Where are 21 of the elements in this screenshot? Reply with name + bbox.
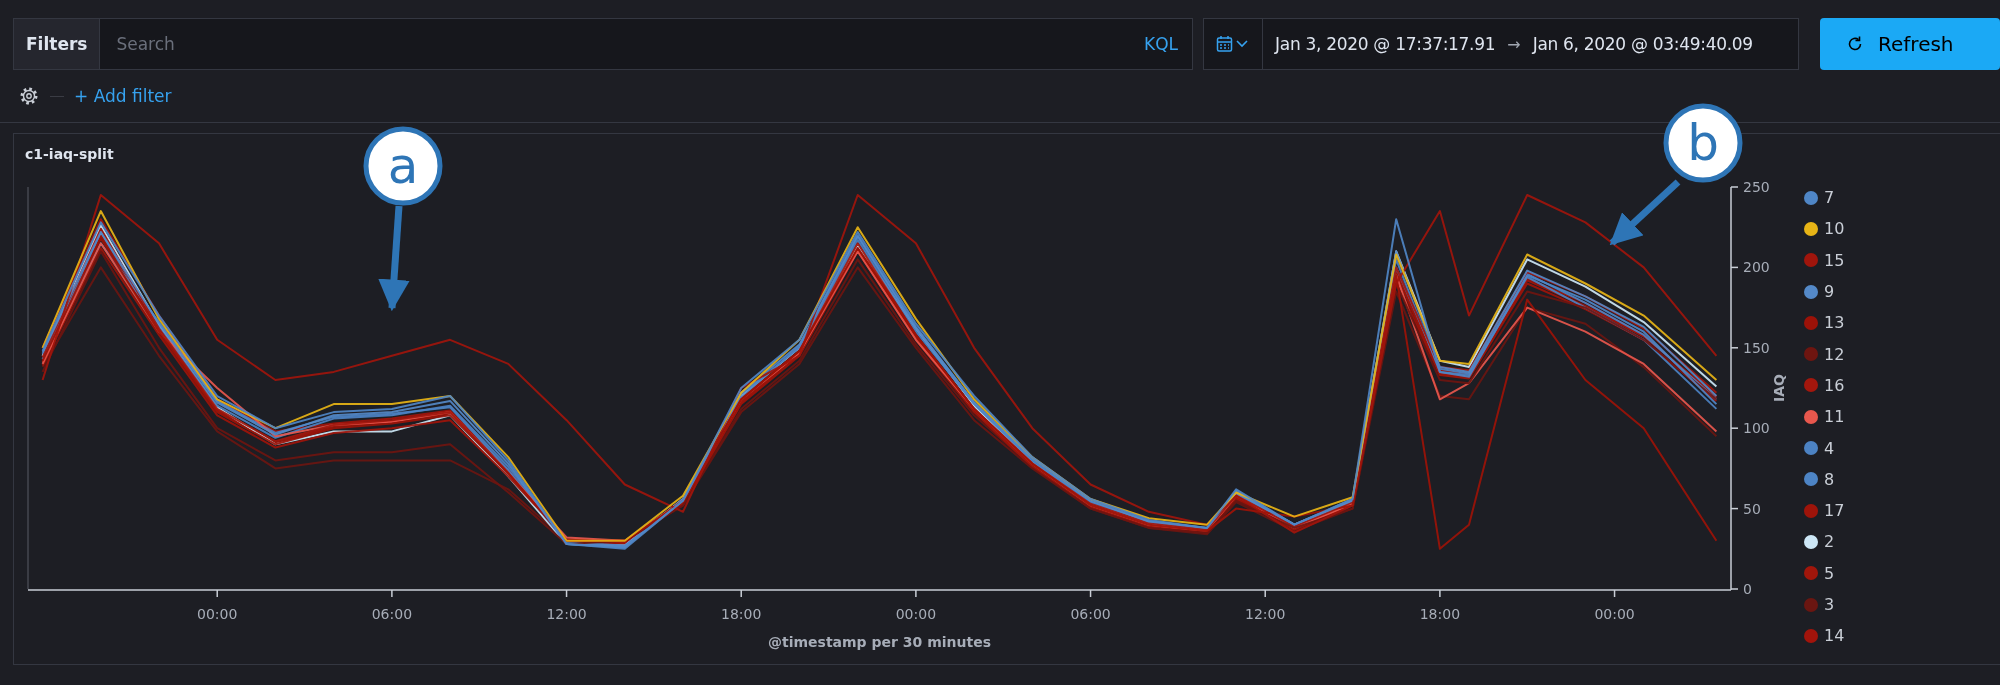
y-tick-label: 50: [1743, 500, 1761, 517]
x-tick-label: 06:00: [371, 606, 413, 622]
x-axis-label: @timestamp per 30 minutes: [768, 634, 991, 650]
x-tick-label: 18:00: [1419, 606, 1461, 622]
range-arrow: →: [1507, 34, 1521, 54]
y-tick-label: 0: [1743, 581, 1752, 597]
callout-marker: b: [1663, 103, 1743, 183]
x-tick-label: 00:00: [1594, 606, 1635, 622]
x-tick-label: 06:00: [1070, 606, 1111, 622]
panel-title: c1-iaq-split: [25, 146, 114, 162]
x-tick-label: 12:00: [546, 606, 587, 622]
callout-marker: a: [363, 126, 443, 206]
y-tick-label: 250: [1743, 179, 1770, 195]
y-axis-label: IAQ: [1771, 374, 1787, 402]
y-tick-label: 200: [1743, 259, 1770, 276]
y-tick-label: 100: [1743, 420, 1770, 437]
x-tick-label: 12:00: [1245, 606, 1286, 622]
x-tick-label: 18:00: [721, 606, 762, 622]
x-tick-label: 00:00: [197, 606, 238, 622]
x-tick-label: 00:00: [895, 606, 937, 622]
y-tick-label: 150: [1743, 339, 1770, 356]
